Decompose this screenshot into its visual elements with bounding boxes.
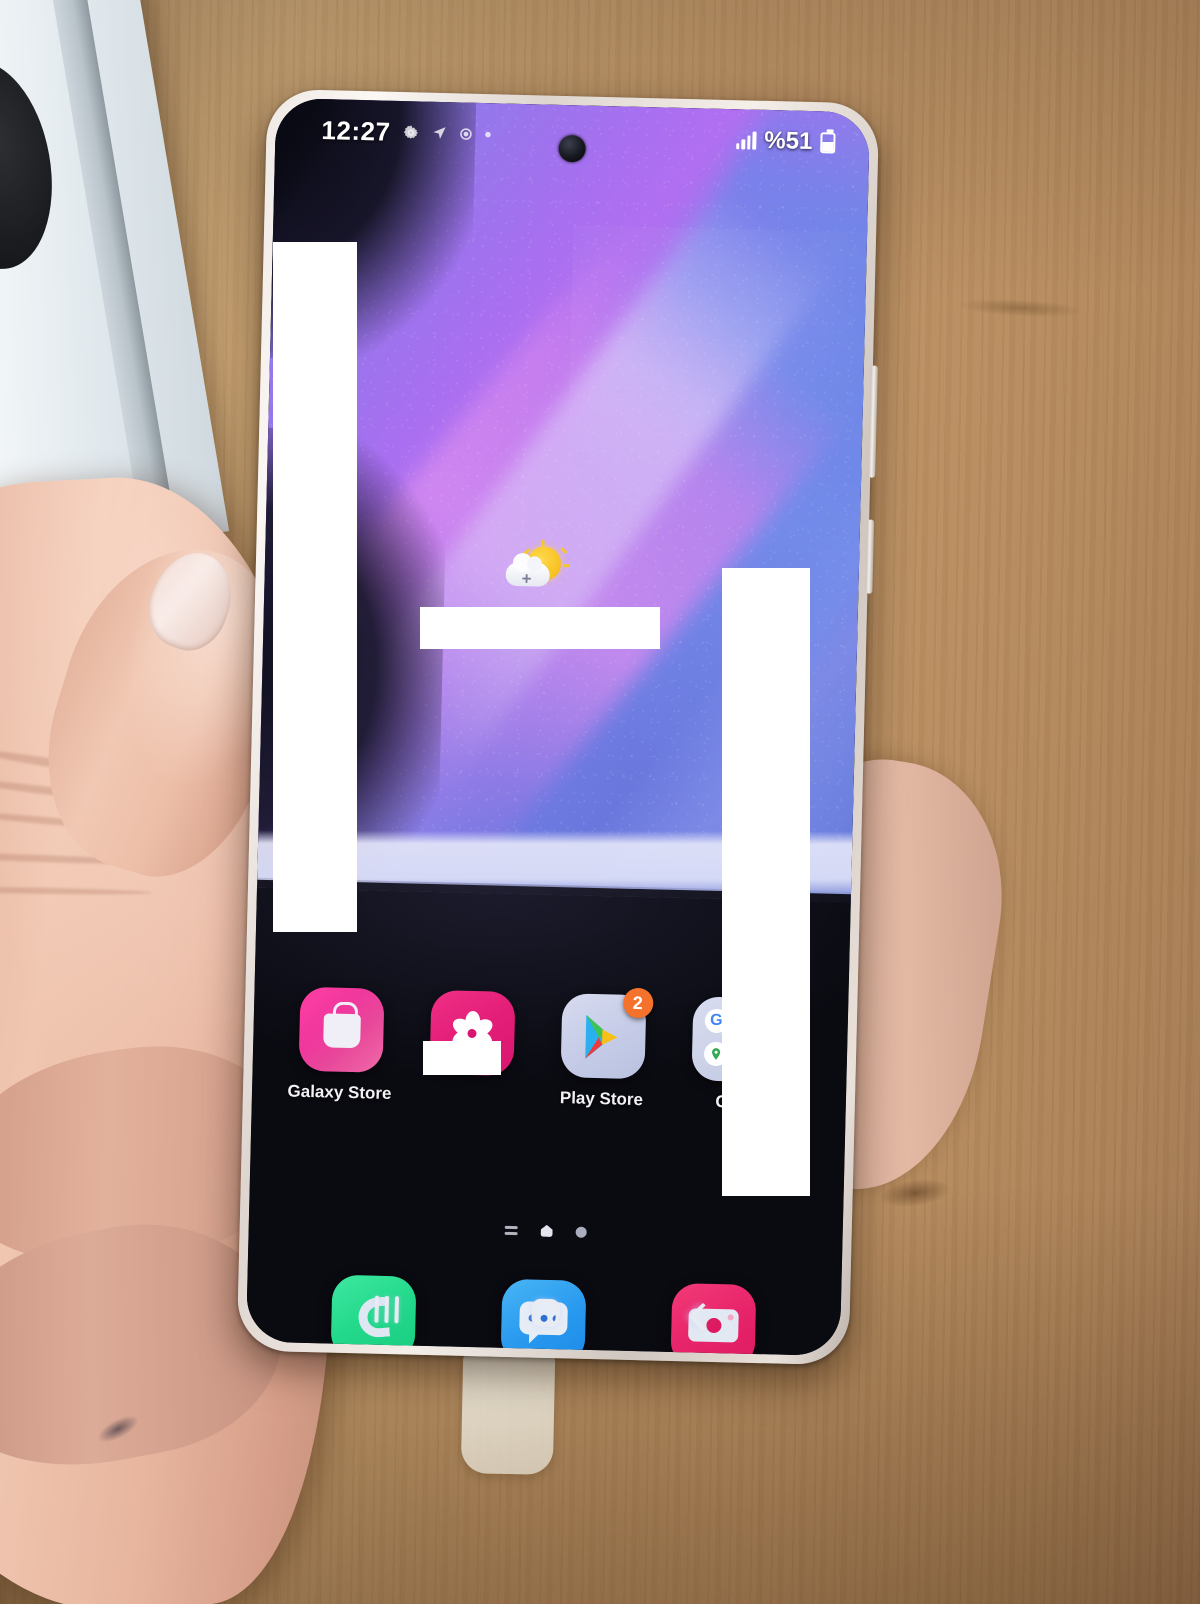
location-icon xyxy=(431,125,447,141)
gear-icon xyxy=(401,123,420,142)
app-label: Galaxy Store xyxy=(287,1081,392,1104)
app-galaxy-store[interactable]: Galaxy Store xyxy=(274,986,408,1104)
battery-percent-label: %51 xyxy=(764,126,813,156)
home-square-icon[interactable] xyxy=(531,1298,561,1328)
home-icon[interactable] xyxy=(541,1225,553,1237)
screen-protector-pull-tab xyxy=(460,1355,556,1475)
redaction-right-large xyxy=(722,568,810,1196)
battery-icon xyxy=(820,131,836,154)
signal-bars-icon xyxy=(736,131,757,150)
page-indicator xyxy=(249,1218,843,1245)
app-play-store[interactable]: 2 Play Store xyxy=(536,987,670,1111)
play-triangle-icon[interactable]: 2 xyxy=(559,987,654,1080)
redaction-middle-bar xyxy=(420,607,660,649)
recents-bars-icon[interactable] xyxy=(374,1295,400,1323)
status-bar-clock: 12:27 xyxy=(321,114,391,147)
app-label: Play Store xyxy=(559,1088,644,1110)
plus-icon: + xyxy=(521,569,532,589)
dot-icon[interactable] xyxy=(575,1226,587,1238)
redaction-app-label xyxy=(423,1041,501,1075)
back-chevron-icon[interactable] xyxy=(688,1302,717,1331)
shield-icon xyxy=(458,126,473,141)
redaction-left-large xyxy=(273,242,357,932)
dot-icon xyxy=(484,131,491,138)
notification-badge: 2 xyxy=(622,987,654,1019)
lines-icon[interactable] xyxy=(504,1225,518,1235)
photo-scene: 12:27 %51 + Galaxy Store 2 Play Store G xyxy=(0,0,1200,1604)
weather-widget[interactable]: + xyxy=(502,539,570,598)
shopping-bag-icon[interactable] xyxy=(298,986,385,1073)
